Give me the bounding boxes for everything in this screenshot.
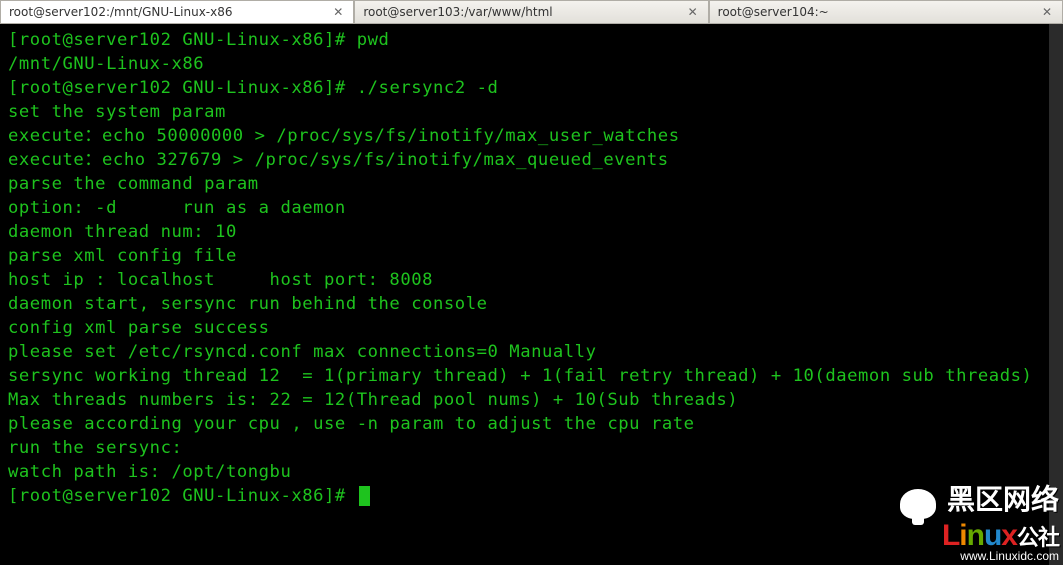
output-line: option: -d run as a daemon xyxy=(8,198,346,218)
shell-prompt: [root@server102 GNU-Linux-x86]# xyxy=(8,486,346,506)
shell-prompt: [root@server102 GNU-Linux-x86]# xyxy=(8,78,346,98)
tab-label: root@server104:~ xyxy=(718,5,829,19)
cursor-icon xyxy=(359,486,370,506)
output-line: watch path is: /opt/tongbu xyxy=(8,462,291,482)
tab-server103[interactable]: root@server103:/var/www/html ✕ xyxy=(354,0,708,23)
output-line: please according your cpu , use -n param… xyxy=(8,414,695,434)
output-line: parse xml config file xyxy=(8,246,237,266)
close-icon[interactable]: ✕ xyxy=(686,5,700,19)
terminal-window: root@server102:/mnt/GNU-Linux-x86 ✕ root… xyxy=(0,0,1063,565)
close-icon[interactable]: ✕ xyxy=(1040,5,1054,19)
tab-server102[interactable]: root@server102:/mnt/GNU-Linux-x86 ✕ xyxy=(0,0,354,23)
output-line: execute：echo 327679 > /proc/sys/fs/inoti… xyxy=(8,150,669,170)
output-line: execute：echo 50000000 > /proc/sys/fs/ino… xyxy=(8,126,680,146)
output-line: run the sersync: xyxy=(8,438,182,458)
watermark-logo: Linux公社 xyxy=(900,519,1059,553)
command: ./sersync2 -d xyxy=(357,78,499,98)
scrollbar[interactable] xyxy=(1049,24,1063,565)
tab-label: root@server102:/mnt/GNU-Linux-x86 xyxy=(9,5,233,19)
output-line: config xml parse success xyxy=(8,318,270,338)
output-line: please set /etc/rsyncd.conf max connecti… xyxy=(8,342,596,362)
tab-label: root@server103:/var/www/html xyxy=(363,5,552,19)
output-line: /mnt/GNU-Linux-x86 xyxy=(8,54,204,74)
shell-prompt: [root@server102 GNU-Linux-x86]# xyxy=(8,30,346,50)
output-line: host ip : localhost host port: 8008 xyxy=(8,270,433,290)
output-line: daemon thread num: 10 xyxy=(8,222,237,242)
command: pwd xyxy=(357,30,390,50)
output-line: sersync working thread 12 = 1(primary th… xyxy=(8,366,1032,386)
tab-server104[interactable]: root@server104:~ ✕ xyxy=(709,0,1063,23)
output-line: Max threads numbers is: 22 = 12(Thread p… xyxy=(8,390,738,410)
tab-bar: root@server102:/mnt/GNU-Linux-x86 ✕ root… xyxy=(0,0,1063,24)
terminal-output: [root@server102 GNU-Linux-x86]# pwd /mnt… xyxy=(8,28,1055,508)
output-line: parse the command param xyxy=(8,174,259,194)
output-line: set the system param xyxy=(8,102,226,122)
terminal-viewport[interactable]: [root@server102 GNU-Linux-x86]# pwd /mnt… xyxy=(0,24,1063,565)
watermark-url: www.Linuxidc.com xyxy=(900,549,1059,563)
close-icon[interactable]: ✕ xyxy=(331,5,345,19)
output-line: daemon start, sersync run behind the con… xyxy=(8,294,488,314)
